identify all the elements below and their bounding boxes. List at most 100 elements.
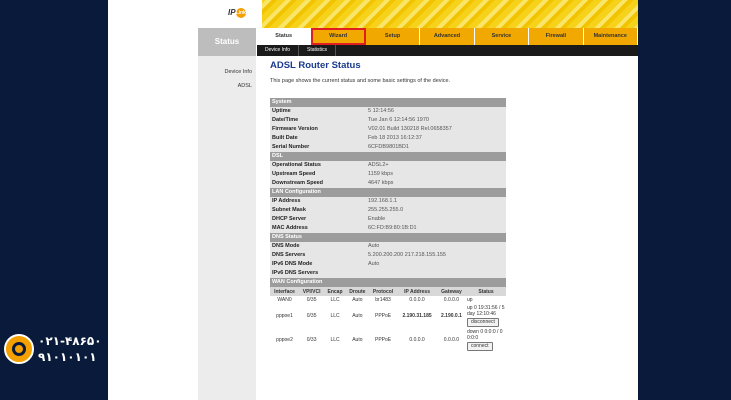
cell-droute: Auto [352,313,363,319]
disconnect-button[interactable]: disconnect [467,318,499,327]
field-value: Auto [366,242,506,251]
field-value: 4647 kbps [366,179,506,188]
contact-badge: ۰۲۱-۴۸۶۵۰ ۹۱۰۱۰۱۰۱ [0,330,108,370]
page-description: This page shows the current status and s… [270,78,451,84]
side-item-device-info[interactable]: Device Info [202,69,252,75]
subtab-statistics[interactable]: Statistics [299,45,337,56]
section-title: System [270,98,506,107]
field-value: Tue Jan 6 12:14:56 1970 [366,116,506,125]
field-label: IP Address [270,197,366,206]
field-label: Uptime [270,107,366,116]
field-label: DNS Mode [270,242,366,251]
cell-droute: Auto [352,337,363,343]
cell-encap: LLC [330,313,340,319]
field-label: Date/Time [270,116,366,125]
field-label: Operational Status [270,161,366,170]
field-value: Auto [366,260,506,269]
cell-ip: 0.0.0.0 [409,297,425,303]
subtab-device-info[interactable]: Device Info [257,45,300,56]
logo-text: IP [228,8,236,18]
cell-gateway: 2.190.0.1 [441,313,462,319]
column-header: VPI/VCI [299,287,325,296]
field-value: Enable [366,215,506,224]
section-title: DSL [270,152,506,161]
field-label: Upstream Speed [270,170,366,179]
field-label: DHCP Server [270,215,366,224]
tab-status[interactable]: Status [257,28,312,45]
cell-interface: WAN0 [277,297,292,303]
cell-protocol: br1483 [375,297,391,303]
cell-status: up 0 19:31:56 / 5 day 12:10:46 disconnec… [466,304,506,328]
field-label: Serial Number [270,143,366,152]
logo-badge: Link [235,8,246,18]
tab-firewall[interactable]: Firewall [529,28,584,45]
cell-vpivci: 0/35 [306,313,317,319]
cell-ip: 2.190.31.185 [402,313,432,319]
tab-service[interactable]: Service [475,28,530,45]
wan-table: Interface VPI/VCI Encap Droute Protocol … [270,287,506,352]
table-row: pppoe1 0/35 LLC Auto PPPoE 2.190.31.185 … [270,304,506,328]
phone-number: ۰۲۱-۴۸۶۵۰ [38,334,102,348]
section-title: DNS Status [270,233,506,242]
field-value: 6CFDB9801BD1 [366,143,506,152]
circle-inner [12,342,26,356]
brand-logo: IPLink [228,8,246,18]
mobile-number: ۹۱۰۱۰۱۰۱ [38,350,97,364]
sub-tabs: Device Info Statistics [257,45,638,56]
connect-button[interactable]: connect [467,342,493,351]
cell-protocol: PPPoE [374,337,392,343]
field-value: Feb 18 2013 16:12:37 [366,134,506,143]
status-text: down 0 0:0:0 / 0 0:0:0 [467,329,503,341]
status-text: up 0 19:31:56 / 5 day 12:10:46 [467,305,505,317]
column-header: Droute [345,287,369,296]
column-header: Protocol [368,287,398,296]
field-value [366,269,506,278]
page-title: ADSL Router Status [270,60,361,71]
tab-wizard[interactable]: Wizard [311,28,366,45]
tab-setup[interactable]: Setup [366,28,421,45]
column-header: Gateway [436,287,466,296]
field-value: 1159 kbps [366,170,506,179]
field-label: DNS Servers [270,251,366,260]
status-table: System Uptime 5 12:14:56 Date/Time Tue Jan… [270,98,506,287]
field-label: IPv6 DNS Servers [270,269,366,278]
cell-interface: pppoe1 [276,313,293,319]
main-tabs: Status Wizard Setup Advanced Service Fir… [257,28,638,45]
field-label: Built Date [270,134,366,143]
table-row: WAN0 0/35 LLC Auto br1483 0.0.0.0 0.0.0.… [270,296,506,304]
column-header: Encap [324,287,346,296]
router-admin-window: IPLink Status Device Info ADSL Status Wi… [108,0,638,400]
field-label: Firmware Version [270,125,366,134]
column-header: Status [466,287,506,296]
cell-gateway: 0.0.0.0 [443,297,460,303]
table-row: pppoe2 0/33 LLC Auto PPPoE 0.0.0.0 0.0.0… [270,328,506,352]
field-value: 255.255.255.0 [366,206,506,215]
header-banner [198,0,638,28]
cell-status: up [467,297,473,303]
cell-status: down 0 0:0:0 / 0 0:0:0 connect [466,328,506,352]
cell-vpivci: 0/35 [306,297,317,303]
cell-encap: LLC [330,337,340,343]
cell-protocol: PPPoE [374,313,392,319]
cell-encap: LLC [330,297,340,303]
side-menu-header: Status [198,28,256,56]
field-value: 5.200.200.200 217.218.155.155 [366,251,506,260]
cell-ip: 0.0.0.0 [409,337,425,343]
column-header: Interface [270,287,300,296]
brand-circle-icon [4,334,34,364]
column-header: IP Address [397,287,437,296]
cell-vpivci: 0/33 [306,337,317,343]
main-content: ADSL Router Status This page shows the c… [270,60,615,352]
tab-advanced[interactable]: Advanced [420,28,475,45]
field-value: V02.01 Build 130218 Rel.0658357 [366,125,506,134]
section-title: WAN Configuration [270,278,506,287]
cell-interface: pppoe2 [276,337,293,343]
cell-droute: Auto [352,297,363,303]
field-value: ADSL2+ [366,161,506,170]
field-value: 5 12:14:56 [366,107,506,116]
tab-maintenance[interactable]: Maintenance [584,28,638,45]
field-label: Downstream Speed [270,179,366,188]
field-value: 192.168.1.1 [366,197,506,206]
side-item-adsl[interactable]: ADSL [202,83,252,89]
field-label: IPv6 DNS Mode [270,260,366,269]
